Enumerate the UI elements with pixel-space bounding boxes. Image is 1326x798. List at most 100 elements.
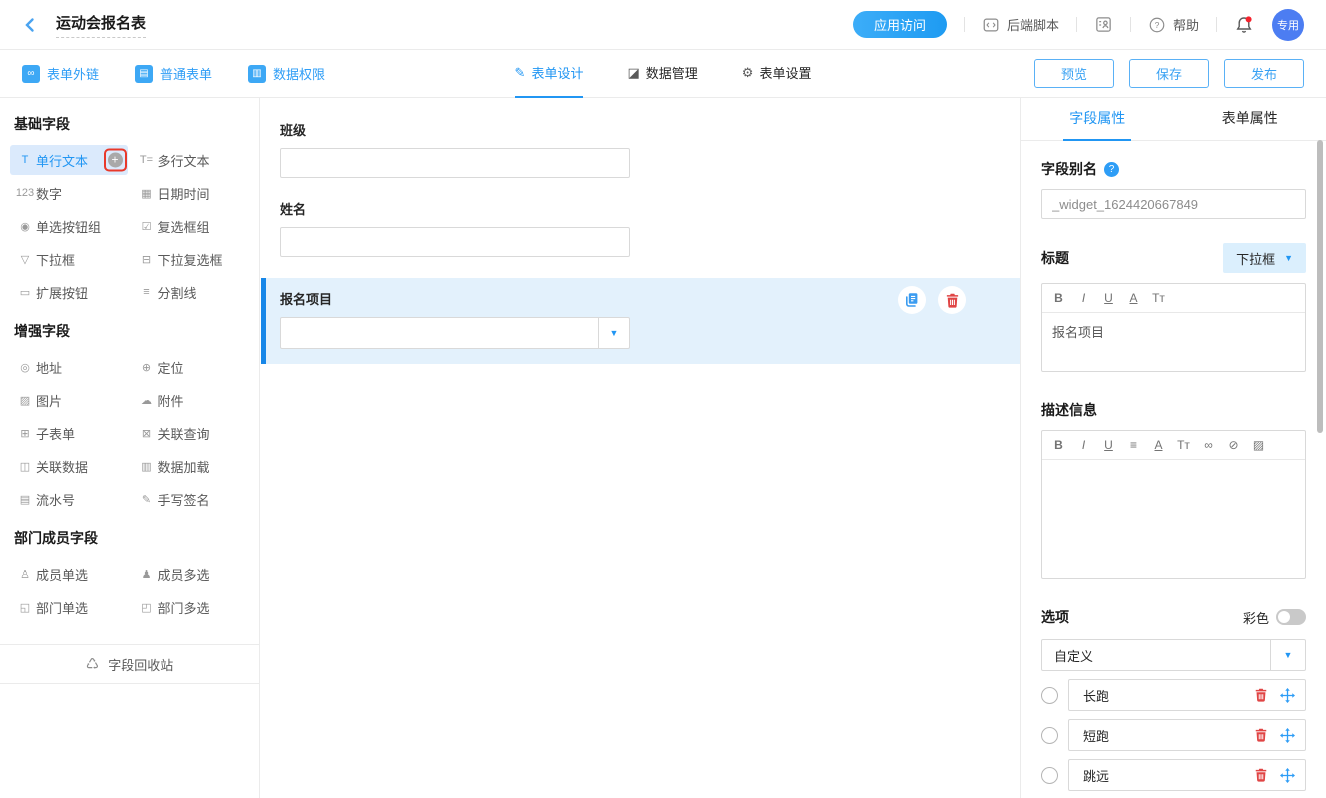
delete-field-button[interactable] — [938, 286, 966, 314]
italic-icon[interactable]: I — [1071, 438, 1096, 452]
form-field-row[interactable]: 班级 — [280, 120, 1000, 178]
panel-tab[interactable]: 字段属性 — [1021, 98, 1174, 140]
main-tab[interactable]: ⚙ 表单设置 — [742, 50, 812, 98]
bold-icon[interactable]: B — [1046, 438, 1071, 452]
form-shortcut-button[interactable]: ▤ 普通表单 — [135, 64, 212, 83]
avatar[interactable]: 专用 — [1272, 9, 1304, 41]
font-size-icon[interactable]: Tт — [1146, 291, 1171, 305]
sidebar-field-item[interactable]: ◉ 单选按钮组 + — [10, 211, 128, 241]
duplicate-field-button[interactable] — [898, 286, 926, 314]
panel-tab-label: 表单属性 — [1216, 98, 1284, 141]
sidebar-field-item[interactable]: ⊠ 关联查询 — [132, 418, 250, 448]
sidebar-field-item[interactable]: ✎ 手写签名 — [132, 484, 250, 514]
sidebar-field-item[interactable]: ⊟ 下拉复选框 + — [132, 244, 250, 274]
option-row: 长跑 — [1041, 679, 1306, 711]
sidebar-field-item[interactable]: ▤ 流水号 — [10, 484, 128, 514]
delete-option-button[interactable] — [1254, 688, 1268, 702]
action-button[interactable]: 发布 — [1224, 59, 1304, 88]
form-shortcut-button[interactable]: ▥ 数据权限 — [248, 64, 325, 83]
event-select[interactable]: ▼ — [280, 317, 630, 349]
backend-script-button[interactable]: 后端脚本 — [982, 15, 1059, 34]
field-type-label: 手写签名 — [158, 490, 210, 509]
sidebar-field-item[interactable]: ◫ 关联数据 — [10, 451, 128, 481]
sidebar-field-item[interactable]: ▨ 图片 — [10, 385, 128, 415]
description-editor-content[interactable] — [1042, 460, 1305, 578]
delete-option-button[interactable] — [1254, 728, 1268, 742]
drag-option-handle[interactable] — [1280, 728, 1295, 743]
alias-input[interactable] — [1041, 189, 1306, 219]
sidebar-field-item[interactable]: ◱ 部门单选 — [10, 592, 128, 622]
sidebar-field-item[interactable]: ◰ 部门多选 — [132, 592, 250, 622]
underline-icon[interactable]: U — [1096, 291, 1121, 305]
sidebar-field-item[interactable]: ⊕ 定位 — [132, 352, 250, 382]
class-input[interactable] — [280, 148, 630, 178]
field-label: 班级 — [280, 120, 1000, 139]
sidebar-field-item[interactable]: ◎ 地址 — [10, 352, 128, 382]
italic-icon[interactable]: I — [1071, 291, 1096, 305]
drag-option-handle[interactable] — [1280, 688, 1295, 703]
panel-scrollbar[interactable] — [1317, 140, 1323, 433]
field-type-label: 关联数据 — [36, 457, 88, 476]
underline-icon[interactable]: U — [1096, 438, 1121, 452]
name-input[interactable] — [280, 227, 630, 257]
sidebar-field-item[interactable]: ▥ 数据加载 — [132, 451, 250, 481]
action-button[interactable]: 保存 — [1129, 59, 1209, 88]
sidebar-field-item[interactable]: 123 数字 + — [10, 178, 128, 208]
sidebar-field-item[interactable]: ▽ 下拉框 + — [10, 244, 128, 274]
sidebar-field-item[interactable]: ▦ 日期时间 + — [132, 178, 250, 208]
basic-fields-grid: T 单行文本 + T= 多行文本 + 123 数字 + ▦ — [0, 145, 259, 321]
trash-icon — [1254, 688, 1268, 702]
form-design-icon: ✎ — [515, 65, 526, 81]
sidebar-field-item[interactable]: ♙ 成员单选 — [10, 559, 128, 589]
align-icon[interactable]: ≡ — [1121, 438, 1146, 452]
main-tab[interactable]: ◪ 数据管理 — [627, 50, 697, 98]
option-input[interactable]: 短跑 — [1068, 719, 1306, 751]
link-icon[interactable]: ∞ — [1196, 438, 1221, 452]
title-editor-content[interactable]: 报名项目 — [1042, 313, 1305, 371]
delete-option-button[interactable] — [1254, 768, 1268, 782]
sidebar-field-item[interactable]: T= 多行文本 + — [132, 145, 250, 175]
image-icon[interactable]: ▨ — [1246, 438, 1271, 452]
svg-text:?: ? — [1155, 20, 1160, 30]
panel-tab[interactable]: 表单属性 — [1174, 98, 1326, 140]
id-card-icon — [1094, 15, 1113, 34]
form-field-row[interactable]: 姓名 — [280, 199, 1000, 257]
field-recycle-bin[interactable]: ♺ 字段回收站 — [0, 644, 259, 684]
field-type-dropdown[interactable]: 下拉框 ▼ — [1223, 243, 1306, 273]
main-tab[interactable]: ✎ 表单设计 — [515, 50, 584, 98]
back-button[interactable] — [22, 17, 38, 33]
sidebar-field-item[interactable]: ▭ 扩展按钮 + — [10, 277, 128, 307]
option-input[interactable]: 跳远 — [1068, 759, 1306, 791]
selected-field-row[interactable]: 报名项目 ▼ — [261, 278, 1020, 364]
field-type-icon: ☁ — [136, 394, 158, 407]
form-shortcut-button[interactable]: ∞ 表单外链 — [22, 64, 99, 83]
action-button[interactable]: 预览 — [1034, 59, 1114, 88]
sidebar-field-item[interactable]: ♟ 成员多选 — [132, 559, 250, 589]
help-tooltip-icon[interactable]: ? — [1104, 162, 1119, 177]
option-radio[interactable] — [1041, 767, 1058, 784]
sidebar-field-item[interactable]: ☁ 附件 — [132, 385, 250, 415]
font-color-icon[interactable]: A — [1146, 438, 1171, 452]
page-title[interactable]: 运动会报名表 — [56, 12, 146, 38]
sidebar-field-item[interactable]: ⊞ 子表单 — [10, 418, 128, 448]
sidebar-field-item[interactable]: ☑ 复选框组 + — [132, 211, 250, 241]
font-size-icon[interactable]: Tт — [1171, 438, 1196, 452]
field-type-label: 成员多选 — [158, 565, 210, 584]
app-access-button[interactable]: 应用访问 — [853, 11, 947, 38]
sidebar-field-item[interactable]: ≡ 分割线 + — [132, 277, 250, 307]
font-color-icon[interactable]: A — [1121, 291, 1146, 305]
field-type-label: 下拉复选框 — [158, 250, 223, 269]
options-source-dropdown[interactable]: 自定义 ▼ — [1041, 639, 1306, 671]
sidebar-field-item[interactable]: T 单行文本 + — [10, 145, 128, 175]
option-radio[interactable] — [1041, 687, 1058, 704]
color-toggle[interactable] — [1276, 609, 1306, 625]
help-button[interactable]: ? 帮助 — [1148, 15, 1199, 34]
bold-icon[interactable]: B — [1046, 291, 1071, 305]
add-field-button[interactable]: + — [104, 149, 127, 172]
unlink-icon[interactable]: ⊘ — [1221, 438, 1246, 452]
notification-bell-icon[interactable] — [1234, 15, 1254, 35]
drag-option-handle[interactable] — [1280, 768, 1295, 783]
option-input[interactable]: 长跑 — [1068, 679, 1306, 711]
contacts-button[interactable] — [1094, 15, 1113, 34]
option-radio[interactable] — [1041, 727, 1058, 744]
